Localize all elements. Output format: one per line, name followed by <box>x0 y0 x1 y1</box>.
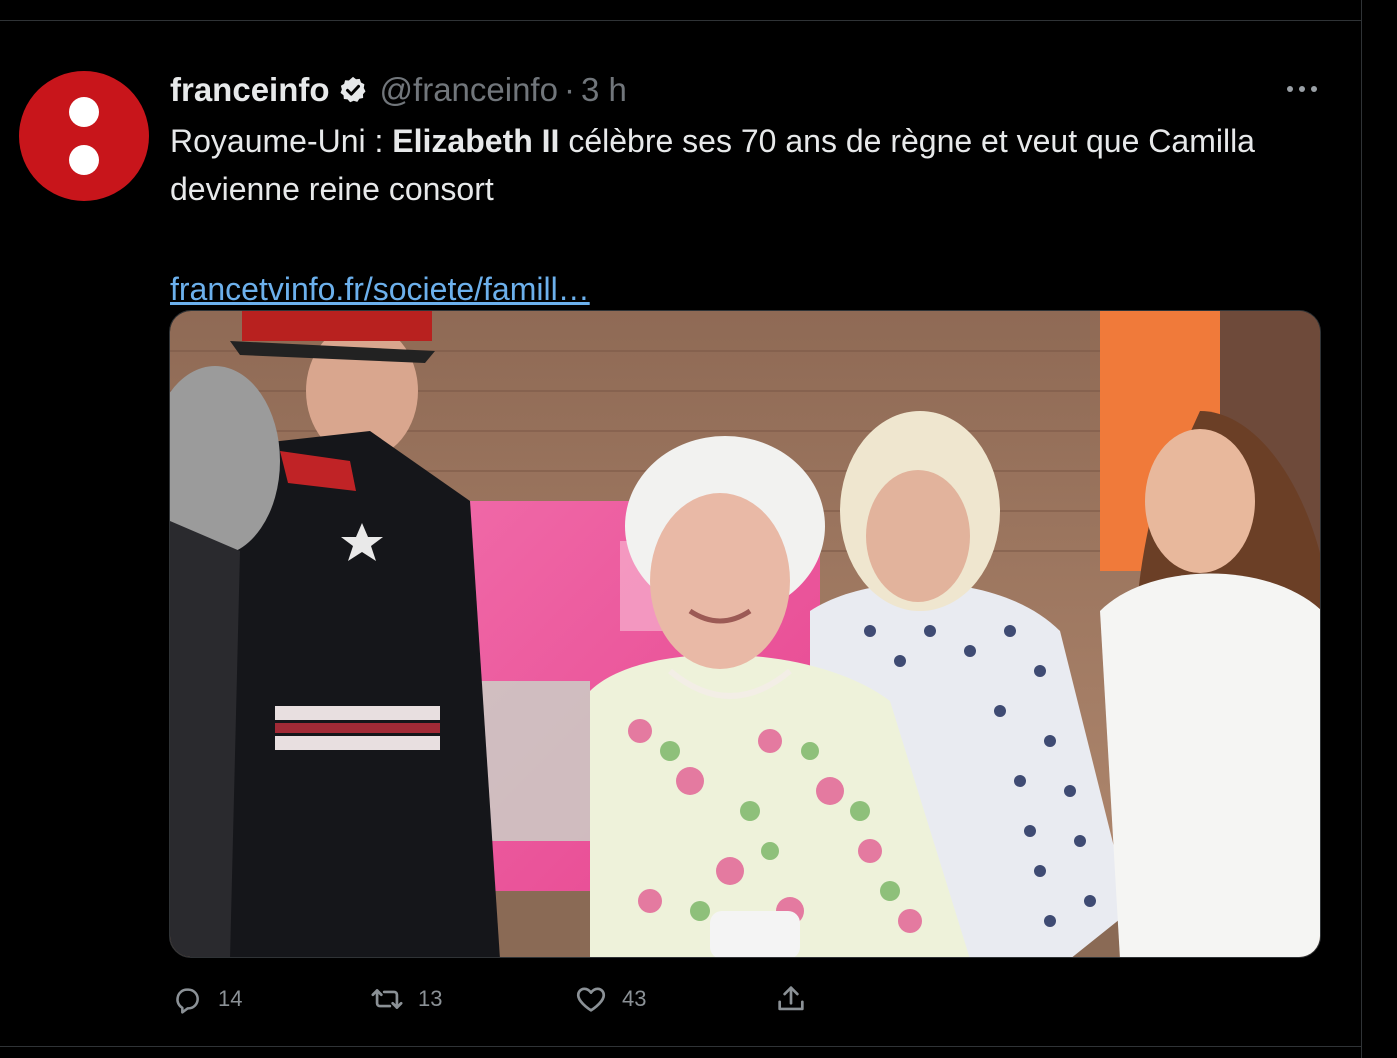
timeline-divider-bottom <box>0 1046 1362 1047</box>
retweet-count: 13 <box>418 986 443 1011</box>
reply-count: 14 <box>218 986 243 1011</box>
tweet-text-prefix: Royaume-Uni : <box>170 123 393 159</box>
avatar-logo-dot-top <box>69 97 99 127</box>
header-separator: · <box>563 71 575 108</box>
tweet[interactable]: franceinfo @franceinfo · 3 h Royaume-Uni… <box>0 21 1361 1046</box>
photo-illustration <box>170 311 1320 957</box>
more-icon[interactable] <box>1284 77 1320 101</box>
tweet-actions: 14 13 43 <box>170 979 1320 1019</box>
tweet-photo[interactable] <box>169 310 1321 958</box>
tweet-header: franceinfo @franceinfo · 3 h <box>170 68 627 112</box>
tweet-timestamp[interactable]: 3 h <box>581 71 627 109</box>
avatar-logo-dot-bottom <box>69 145 99 175</box>
like-button[interactable]: 43 <box>574 979 646 1019</box>
retweet-icon <box>370 982 404 1016</box>
tweet-text: Royaume-Uni : Elizabeth II célèbre ses 7… <box>170 117 1310 213</box>
avatar[interactable] <box>19 71 149 201</box>
tweet-link[interactable]: francetvinfo.fr/societe/famill… <box>170 267 590 311</box>
tweet-text-bold: Elizabeth II <box>392 123 560 159</box>
reply-icon <box>170 982 204 1016</box>
heart-icon <box>574 982 608 1016</box>
share-button[interactable] <box>774 979 808 1019</box>
timeline-divider-right <box>1361 0 1362 1058</box>
share-icon <box>774 982 808 1016</box>
retweet-button[interactable]: 13 <box>370 979 442 1019</box>
more-dot <box>1311 86 1317 92</box>
author-name[interactable]: franceinfo <box>170 71 330 109</box>
author-handle[interactable]: @franceinfo <box>380 71 558 109</box>
like-count: 43 <box>622 986 647 1011</box>
reply-button[interactable]: 14 <box>170 979 242 1019</box>
more-dot <box>1287 86 1293 92</box>
verified-badge-icon <box>338 75 368 105</box>
more-dot <box>1299 86 1305 92</box>
